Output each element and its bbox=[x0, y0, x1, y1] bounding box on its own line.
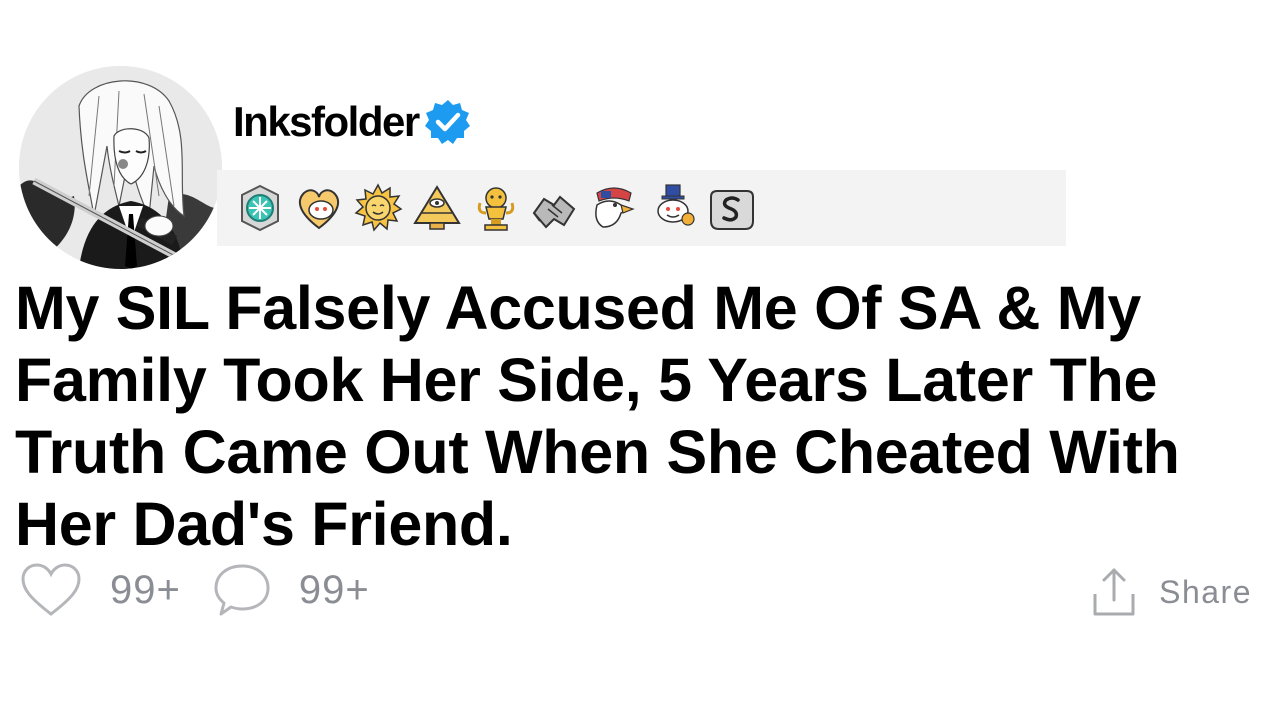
pyramid-eye-award-icon[interactable] bbox=[412, 183, 462, 233]
author-row: Inksfolder bbox=[233, 94, 473, 150]
anime-swordsman-avatar bbox=[19, 66, 222, 269]
heart-icon[interactable] bbox=[20, 562, 82, 618]
avatar[interactable] bbox=[19, 66, 222, 269]
heart-snoo-award-icon[interactable] bbox=[294, 183, 344, 233]
gold-trophy-award-icon[interactable] bbox=[471, 183, 521, 233]
silver-s-coin-award-icon[interactable] bbox=[707, 183, 757, 233]
share-button[interactable]: Share bbox=[1091, 562, 1252, 622]
share-label: Share bbox=[1159, 573, 1252, 610]
comment-icon[interactable] bbox=[213, 562, 271, 618]
post-actions: 99+ 99+ bbox=[20, 560, 402, 620]
eagle-flag-award-icon[interactable] bbox=[589, 183, 639, 233]
handshake-award-icon[interactable] bbox=[530, 183, 580, 233]
teal-gem-badge-award-icon[interactable] bbox=[235, 183, 285, 233]
sun-face-award-icon[interactable] bbox=[353, 183, 403, 233]
verified-badge-icon bbox=[424, 100, 470, 144]
share-icon bbox=[1093, 568, 1135, 616]
username[interactable]: Inksfolder bbox=[233, 101, 420, 143]
awards-strip bbox=[217, 170, 1066, 246]
snoo-top-hat-award-icon[interactable] bbox=[648, 183, 698, 233]
post-title: My SIL Falsely Accused Me Of SA & My Fam… bbox=[15, 274, 1180, 558]
comment-count: 99+ bbox=[298, 567, 370, 612]
like-count: 99+ bbox=[110, 567, 181, 612]
